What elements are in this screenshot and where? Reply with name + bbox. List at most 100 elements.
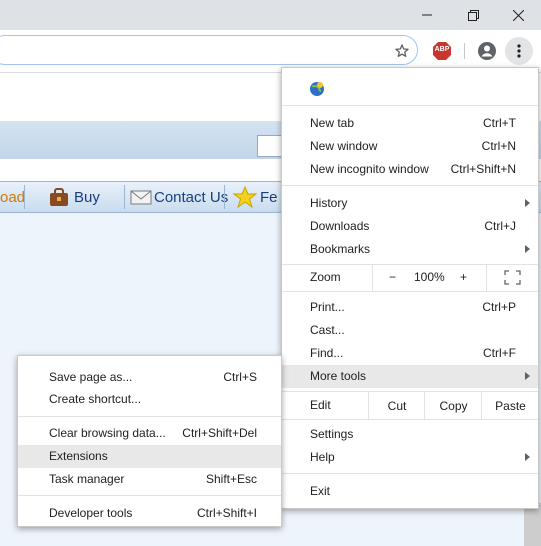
paste-button[interactable]: Paste bbox=[481, 392, 539, 419]
menu-item-new-window[interactable]: New window Ctrl+N bbox=[282, 135, 538, 158]
menu-item-label: Save page as... bbox=[49, 370, 133, 384]
envelope-icon bbox=[130, 189, 152, 205]
star-icon[interactable] bbox=[392, 41, 412, 61]
menu-item-label: Settings bbox=[310, 427, 354, 441]
copy-label: Copy bbox=[439, 398, 468, 413]
menu-separator bbox=[282, 105, 538, 106]
account-icon[interactable] bbox=[477, 41, 497, 61]
menu-separator bbox=[282, 185, 538, 186]
menu-shortcut: Ctrl+S bbox=[223, 370, 257, 384]
menu-item-label: History bbox=[310, 196, 348, 210]
title-bar bbox=[0, 0, 541, 30]
adblock-label: ABP bbox=[434, 46, 450, 53]
menu-shortcut: Ctrl+Shift+N bbox=[450, 162, 516, 176]
chevron-right-icon bbox=[525, 199, 530, 207]
menu-shortcut: Ctrl+Shift+Del bbox=[182, 426, 257, 440]
menu-item-label: Print... bbox=[310, 300, 345, 314]
menu-item-label: Clear browsing data... bbox=[49, 426, 166, 440]
paste-label: Paste bbox=[495, 398, 526, 413]
menu-item-label: Exit bbox=[310, 484, 331, 498]
submenu-item-extensions[interactable]: Extensions bbox=[18, 445, 281, 468]
menu-item-new-incognito[interactable]: New incognito window Ctrl+Shift+N bbox=[282, 158, 538, 181]
extension-globe-icon[interactable] bbox=[308, 80, 326, 98]
menu-item-exit[interactable]: Exit bbox=[282, 480, 538, 503]
nav-download[interactable]: oad bbox=[0, 182, 25, 212]
menu-shortcut: Ctrl+P bbox=[482, 300, 516, 314]
menu-item-label: Downloads bbox=[310, 219, 370, 233]
nav-buy-label: Buy bbox=[74, 188, 100, 206]
nav-contact-label: Contact Us bbox=[154, 188, 229, 206]
menu-shortcut: Shift+Esc bbox=[205, 472, 257, 486]
submenu-item-save-page[interactable]: Save page as... Ctrl+S bbox=[18, 366, 281, 389]
menu-item-label: Developer tools bbox=[49, 506, 133, 520]
star-burst-icon bbox=[232, 185, 258, 209]
nav-features[interactable]: Fe bbox=[232, 182, 278, 212]
menu-separator bbox=[282, 473, 538, 474]
menu-shortcut: Ctrl+J bbox=[484, 219, 516, 233]
submenu-item-create-shortcut[interactable]: Create shortcut... bbox=[18, 388, 281, 411]
menu-separator bbox=[282, 419, 538, 420]
zoom-in-button[interactable]: + bbox=[454, 265, 484, 291]
copy-button[interactable]: Copy bbox=[424, 392, 482, 419]
nav-divider bbox=[24, 185, 25, 209]
menu-item-label: New incognito window bbox=[310, 162, 429, 176]
restore-icon[interactable] bbox=[450, 0, 496, 30]
menu-item-print[interactable]: Print... Ctrl+P bbox=[282, 296, 538, 319]
menu-separator bbox=[18, 416, 281, 417]
chrome-main-menu: New tab Ctrl+T New window Ctrl+N New inc… bbox=[281, 67, 539, 509]
nav-download-label: oad bbox=[0, 188, 26, 206]
menu-item-label: More tools bbox=[310, 369, 367, 383]
menu-item-settings[interactable]: Settings bbox=[282, 423, 538, 446]
submenu-item-clear-browsing-data[interactable]: Clear browsing data... Ctrl+Shift+Del bbox=[18, 422, 281, 445]
zoom-row: Zoom − 100% + bbox=[282, 265, 538, 291]
edit-label: Edit bbox=[310, 398, 331, 412]
bag-icon bbox=[48, 187, 70, 207]
menu-shortcut: Ctrl+F bbox=[483, 346, 516, 360]
zoom-plus-label: + bbox=[460, 270, 468, 284]
three-dots-icon[interactable] bbox=[505, 37, 533, 65]
chevron-right-icon bbox=[525, 372, 530, 380]
menu-item-label: Bookmarks bbox=[310, 242, 371, 256]
zoom-minus-label: − bbox=[389, 270, 397, 284]
cut-label: Cut bbox=[387, 398, 407, 413]
chevron-right-icon bbox=[525, 245, 530, 253]
zoom-value: 100% bbox=[414, 270, 445, 284]
menu-item-bookmarks[interactable]: Bookmarks bbox=[282, 238, 538, 261]
chevron-right-icon bbox=[525, 453, 530, 461]
menu-item-label: Extensions bbox=[49, 449, 108, 463]
more-tools-submenu: Save page as... Ctrl+S Create shortcut..… bbox=[17, 355, 282, 527]
menu-shortcut: Ctrl+N bbox=[481, 139, 516, 153]
address-bar[interactable] bbox=[0, 35, 418, 65]
nav-contact[interactable]: Contact Us bbox=[130, 182, 228, 212]
fullscreen-icon[interactable] bbox=[486, 265, 539, 291]
menu-shortcut: Ctrl+T bbox=[483, 116, 516, 130]
minimize-icon[interactable] bbox=[404, 0, 450, 30]
close-icon[interactable] bbox=[495, 0, 541, 30]
nav-buy[interactable]: Buy bbox=[48, 182, 100, 212]
adblock-plus-icon[interactable]: ABP bbox=[432, 41, 452, 61]
menu-item-label: Create shortcut... bbox=[49, 392, 142, 406]
menu-item-label: Help bbox=[310, 450, 335, 464]
toolbar-separator bbox=[464, 43, 465, 59]
menu-item-help[interactable]: Help bbox=[282, 446, 538, 469]
menu-item-label: Find... bbox=[310, 346, 344, 360]
menu-item-label: Task manager bbox=[49, 472, 125, 486]
menu-item-more-tools[interactable]: More tools bbox=[282, 365, 538, 388]
menu-item-history[interactable]: History bbox=[282, 192, 538, 215]
menu-item-label: New window bbox=[310, 139, 378, 153]
menu-item-find[interactable]: Find... Ctrl+F bbox=[282, 342, 538, 365]
menu-separator bbox=[282, 291, 538, 292]
menu-item-label: New tab bbox=[310, 116, 355, 130]
nav-divider bbox=[124, 185, 125, 209]
nav-features-label: Fe bbox=[260, 188, 278, 206]
menu-separator bbox=[18, 495, 281, 496]
submenu-item-developer-tools[interactable]: Developer tools Ctrl+Shift+I bbox=[18, 502, 281, 525]
menu-item-new-tab[interactable]: New tab Ctrl+T bbox=[282, 112, 538, 135]
menu-item-label: Cast... bbox=[310, 323, 345, 337]
submenu-item-task-manager[interactable]: Task manager Shift+Esc bbox=[18, 468, 281, 491]
cut-button[interactable]: Cut bbox=[368, 392, 425, 419]
menu-item-cast[interactable]: Cast... bbox=[282, 319, 538, 342]
page-scrollbar[interactable] bbox=[524, 503, 541, 546]
nav-divider bbox=[224, 185, 225, 209]
menu-item-downloads[interactable]: Downloads Ctrl+J bbox=[282, 215, 538, 238]
